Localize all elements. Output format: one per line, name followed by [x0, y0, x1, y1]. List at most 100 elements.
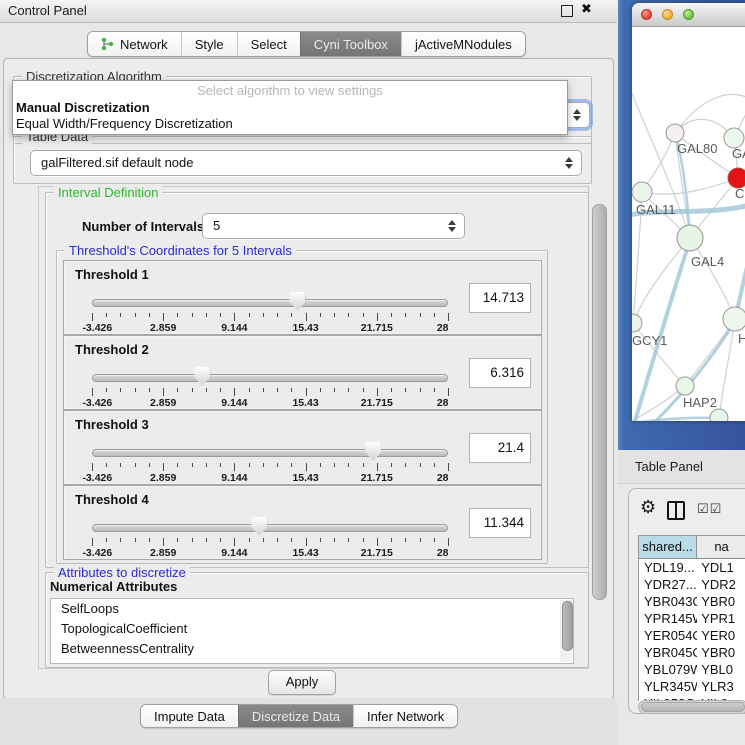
threshold-panel-2: Threshold 2-3.4262.8599.14415.4321.71528…	[63, 335, 542, 410]
network-edge	[690, 238, 735, 319]
settings-vertical-scrollbar[interactable]	[589, 188, 608, 665]
table-row[interactable]: YBR045CYBR0	[639, 644, 745, 661]
close-icon[interactable]: ✖	[581, 2, 592, 17]
table-row[interactable]: YER054CYER0	[639, 627, 745, 644]
tick-mark	[377, 388, 378, 396]
tab-label: jActiveMNodules	[415, 37, 512, 52]
tab-infer-network[interactable]: Infer Network	[353, 705, 457, 727]
minimize-traffic-light-icon[interactable]	[662, 9, 673, 20]
threshold-slider[interactable]: -3.4262.8599.14415.4321.71528	[92, 516, 448, 556]
tab-label: Infer Network	[367, 709, 444, 724]
network-node-gal11[interactable]	[632, 182, 652, 202]
network-graph: GAL80GACGAL11GAL4GCY1HHAP2	[632, 27, 745, 421]
network-canvas[interactable]: GAL80GACGAL11GAL4GCY1HHAP2	[632, 27, 745, 421]
threshold-value-field[interactable]: 11.344	[469, 508, 531, 538]
split-columns-icon[interactable]	[667, 501, 685, 520]
axis-tick-label: 2.859	[150, 397, 176, 409]
table-row[interactable]: YDL19...YDL1	[639, 559, 745, 576]
tick-mark	[291, 538, 292, 542]
algorithm-option-manual-discretization[interactable]: Manual Discretization	[13, 100, 567, 116]
attribute-item-betweennesscentrality[interactable]: BetweennessCentrality	[51, 639, 573, 659]
attribute-item-selfloops[interactable]: SelfLoops	[51, 599, 573, 619]
slider-thumb[interactable]	[289, 292, 305, 311]
float-window-icon[interactable]	[561, 5, 573, 17]
tick-mark	[277, 313, 278, 317]
close-traffic-light-icon[interactable]	[641, 9, 652, 20]
tick-mark	[249, 538, 250, 542]
axis-tick-label: 28	[437, 397, 449, 409]
threshold-value-field[interactable]: 6.316	[469, 358, 531, 388]
table-header-row: shared...na	[639, 536, 745, 559]
threshold-label: Threshold 1	[75, 267, 149, 282]
network-node-gal4[interactable]	[677, 225, 703, 251]
network-node-label: C	[735, 186, 744, 201]
slider-track[interactable]	[92, 449, 448, 457]
threshold-label: Threshold 3	[75, 417, 149, 432]
table-row[interactable]: YBR043CYBR0	[639, 593, 745, 610]
network-window-titlebar[interactable]	[632, 3, 745, 27]
tick-mark	[348, 538, 349, 542]
zoom-traffic-light-icon[interactable]	[683, 9, 694, 20]
tab-jactivemnodules[interactable]: jActiveMNodules	[401, 32, 525, 56]
threshold-slider[interactable]: -3.4262.8599.14415.4321.71528	[92, 366, 448, 406]
table-row[interactable]: YLR345WYLR3	[639, 678, 745, 695]
slider-thumb[interactable]	[365, 442, 381, 461]
list-scrollbar[interactable]	[560, 600, 572, 662]
slider-thumb[interactable]	[194, 367, 210, 386]
scrollbar-thumb[interactable]	[562, 601, 573, 651]
network-window: GAL80GACGAL11GAL4GCY1HHAP2	[632, 3, 745, 421]
attribute-item-topologicalcoefficient[interactable]: TopologicalCoefficient	[51, 619, 573, 639]
slider-track[interactable]	[92, 374, 448, 382]
tick-mark	[106, 538, 107, 542]
threshold-value-field[interactable]: 21.4	[469, 433, 531, 463]
table-cell: YDL1	[697, 559, 745, 576]
apply-button[interactable]: Apply	[268, 670, 336, 695]
tick-mark	[420, 463, 421, 467]
tick-mark	[92, 313, 93, 321]
scrollbar-thumb[interactable]	[641, 702, 745, 712]
table-cell: YBR045C	[639, 644, 697, 661]
tick-mark	[334, 388, 335, 392]
threshold-value-field[interactable]: 14.713	[469, 283, 531, 313]
table-row[interactable]: YPR145WYPR1	[639, 610, 745, 627]
tab-style[interactable]: Style	[181, 32, 237, 56]
table-row[interactable]: YBL079WYBL0	[639, 661, 745, 678]
network-node-gcy1[interactable]	[632, 314, 642, 332]
algorithm-option-equal-width-frequency-discretization[interactable]: Equal Width/Frequency Discretization	[13, 116, 567, 132]
network-node-h[interactable]	[723, 307, 745, 331]
tab-network[interactable]: Network	[88, 32, 181, 56]
column-header-shared-[interactable]: shared...	[639, 536, 697, 558]
slider-thumb[interactable]	[251, 517, 267, 536]
tick-mark	[391, 313, 392, 317]
network-node-ga[interactable]	[724, 128, 744, 148]
network-node-c[interactable]	[728, 168, 745, 188]
column-header-na[interactable]: na	[697, 536, 745, 558]
tick-mark	[434, 313, 435, 317]
slider-track[interactable]	[92, 299, 448, 307]
checkbox-icons[interactable]: ☑☑	[697, 502, 722, 517]
scrollbar-thumb[interactable]	[592, 204, 607, 600]
network-node-hap2[interactable]	[676, 377, 694, 395]
table-data-combobox[interactable]: galFiltered.sif default node	[30, 150, 582, 176]
table-cell: YBR043C	[639, 593, 697, 610]
tab-impute-data[interactable]: Impute Data	[141, 705, 238, 727]
tick-mark	[220, 463, 221, 467]
table-cell: YDL19...	[639, 559, 697, 576]
network-node-gal80[interactable]	[666, 124, 684, 142]
tab-cyni-toolbox[interactable]: Cyni Toolbox	[300, 32, 401, 56]
table-row[interactable]: YDR27...YDR2	[639, 576, 745, 593]
tick-mark	[377, 538, 378, 546]
gear-icon[interactable]: ⚙	[640, 499, 656, 517]
algorithm-placeholder-item[interactable]: Select algorithm to view settings	[13, 81, 567, 100]
axis-tick-label: -3.426	[82, 547, 112, 559]
number-of-intervals-combobox[interactable]: 5	[202, 213, 465, 239]
threshold-slider[interactable]: -3.4262.8599.14415.4321.71528	[92, 441, 448, 481]
threshold-slider[interactable]: -3.4262.8599.14415.4321.71528	[92, 291, 448, 331]
network-node-label: GA	[732, 146, 745, 161]
table-horizontal-scrollbar[interactable]	[638, 700, 745, 714]
network-node-unlabeled[interactable]	[710, 409, 728, 421]
tab-select[interactable]: Select	[237, 32, 300, 56]
tab-discretize-data[interactable]: Discretize Data	[238, 705, 353, 727]
numerical-attributes-list[interactable]: SelfLoopsTopologicalCoefficientBetweenne…	[50, 598, 574, 664]
slider-track[interactable]	[92, 524, 448, 532]
